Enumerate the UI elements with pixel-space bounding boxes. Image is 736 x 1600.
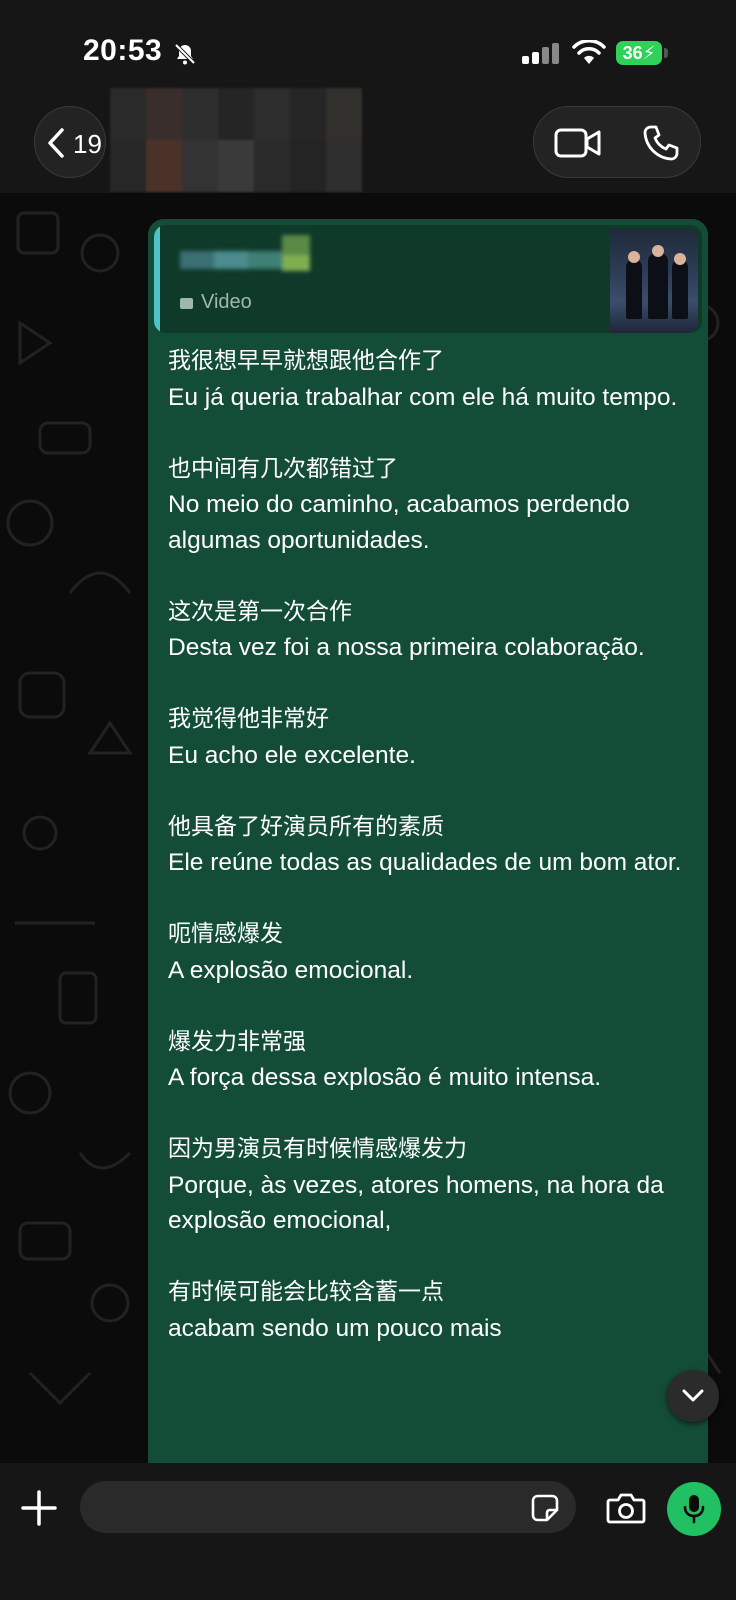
- message-paragraph: 我很想早早就想跟他合作了 Eu já queria trabalhar com e…: [168, 343, 698, 415]
- message-paragraph: 这次是第一次合作 Desta vez foi a nossa primeira c…: [168, 594, 698, 666]
- quoted-media-label: Video: [201, 291, 252, 313]
- video-thumbnail[interactable]: [610, 229, 698, 333]
- portuguese-line: A explosão emocional.: [168, 956, 414, 984]
- chinese-line: 有时候可能会比较含蓄一点: [168, 1279, 444, 1305]
- microphone-icon: [683, 1495, 705, 1524]
- chevron-left-icon: [48, 128, 64, 158]
- unread-count: 19: [73, 129, 102, 159]
- chinese-line: 爆发力非常强: [168, 1028, 306, 1055]
- portuguese-line: A força dessa explosão é muito intensa.: [168, 1064, 602, 1091]
- status-time: 20:53: [83, 34, 163, 67]
- video-camera-icon[interactable]: [554, 125, 602, 161]
- message-input[interactable]: [80, 1481, 576, 1533]
- message-paragraph: 因为男演员有时候情感爆发力 Porque, às vezes, atores ho…: [168, 1131, 698, 1239]
- quoted-reply[interactable]: Video: [154, 225, 702, 333]
- portuguese-line: Ele reúne todas as qualidades de um bom …: [168, 849, 682, 876]
- portuguese-line: Eu acho ele excelente.: [168, 741, 416, 769]
- message-paragraph: 有时候可能会比较含蓄一点 acabam sendo um pouco mais: [168, 1274, 698, 1346]
- chat-area[interactable]: Video 我很想早早就想跟他合作了 Eu já queria trabalhar…: [0, 193, 736, 1463]
- status-bar: 20:53 36⚡: [0, 0, 736, 100]
- message-paragraph: 我觉得他非常好 Eu acho ele excelente.: [168, 701, 698, 773]
- charging-bolt-icon: ⚡: [642, 43, 656, 63]
- message-paragraph: 呃情感爆发 A explosão emocional.: [168, 916, 698, 988]
- wifi-icon: [572, 40, 606, 64]
- portuguese-line: Eu já queria trabalhar com ele há muito …: [168, 383, 678, 411]
- plus-icon[interactable]: [20, 1489, 58, 1527]
- battery-level: 36: [622, 43, 643, 63]
- chevron-down-icon: [682, 1389, 704, 1402]
- chinese-line: 我很想早早就想跟他合作了: [168, 348, 444, 374]
- camera-icon[interactable]: [606, 1491, 646, 1525]
- back-button[interactable]: 19: [34, 106, 106, 178]
- portuguese-line: Desta vez foi a nossa primeira colaboraç…: [168, 634, 645, 661]
- chinese-line: 因为男演员有时候情感爆发力: [168, 1136, 467, 1162]
- video-camera-icon: [180, 298, 193, 309]
- portuguese-line: Porque, às vezes, atores homens, na hora…: [168, 1171, 664, 1235]
- battery-indicator: 36⚡: [616, 41, 662, 65]
- chinese-line: 他具备了好演员所有的素质: [168, 813, 444, 840]
- message-text: 我很想早早就想跟他合作了 Eu já queria trabalhar com e…: [168, 343, 698, 1382]
- contact-avatar-blurred[interactable]: [110, 88, 362, 192]
- message-paragraph: 爆发力非常强 A força dessa explosão é muito int…: [168, 1024, 698, 1096]
- chinese-line: 也中间有几次都错过了: [168, 455, 398, 482]
- quoted-author-blurred: [180, 235, 314, 277]
- battery-tip: [664, 48, 668, 58]
- bell-slash-icon: [174, 43, 196, 65]
- quote-accent-bar: [154, 225, 160, 333]
- scroll-to-bottom-button[interactable]: [667, 1370, 719, 1422]
- message-paragraph: 他具备了好演员所有的素质 Ele reúne todas as qualidade…: [168, 809, 698, 881]
- message-paragraph: 也中间有几次都错过了 No meio do caminho, acabamos p…: [168, 451, 698, 559]
- chinese-line: 这次是第一次合作: [168, 598, 352, 625]
- chinese-line: 呃情感爆发: [168, 921, 283, 947]
- chat-header: 19: [0, 88, 736, 193]
- voice-message-button[interactable]: [667, 1482, 721, 1536]
- incoming-message-bubble[interactable]: Video 我很想早早就想跟他合作了 Eu já queria trabalhar…: [148, 219, 708, 1463]
- call-actions: [533, 106, 701, 178]
- phone-icon[interactable]: [642, 124, 680, 162]
- portuguese-line: No meio do caminho, acabamos perdendo al…: [168, 491, 630, 554]
- portuguese-line: acabam sendo um pouco mais: [168, 1314, 502, 1342]
- quoted-media-type: Video: [180, 291, 252, 314]
- chinese-line: 我觉得他非常好: [168, 706, 329, 732]
- message-input-bar: [0, 1463, 736, 1600]
- sticker-icon[interactable]: [530, 1493, 560, 1523]
